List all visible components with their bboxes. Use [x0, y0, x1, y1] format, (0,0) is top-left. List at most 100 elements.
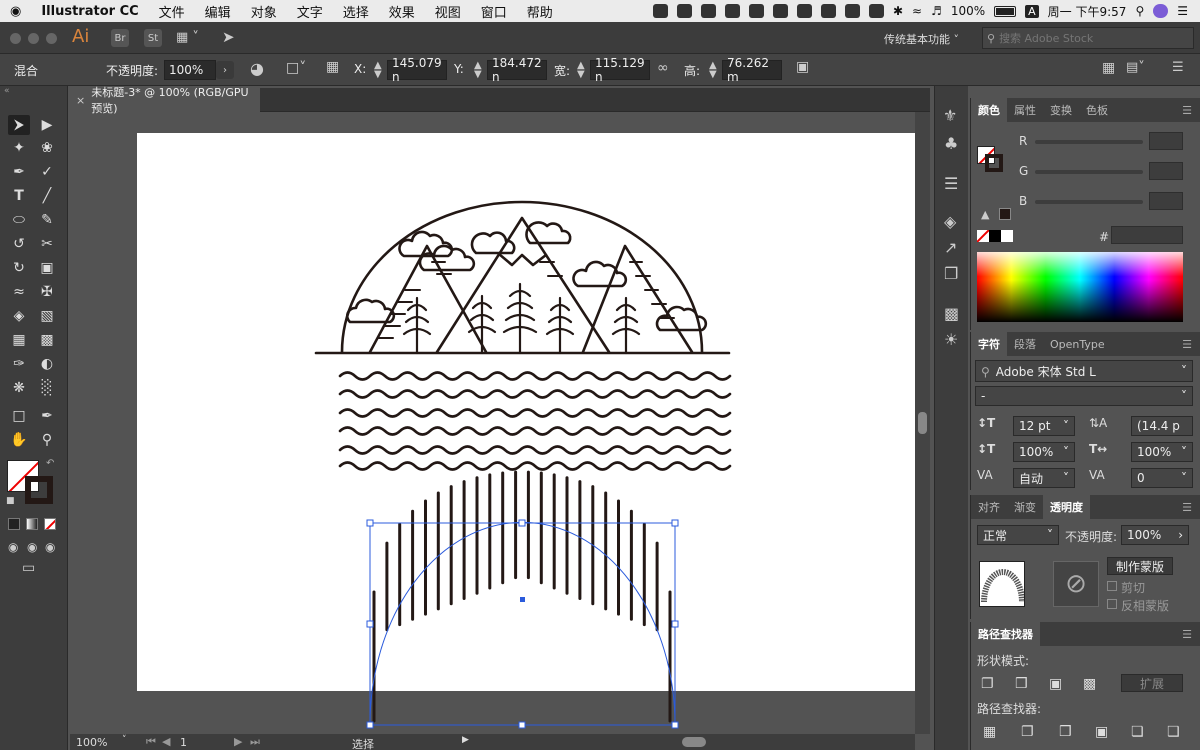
- horizontal-scale-icon: T↔: [1089, 442, 1108, 456]
- stroke-panel-icon[interactable]: ☰: [944, 174, 958, 193]
- artboard-number-field[interactable]: 1: [180, 736, 187, 749]
- gamut-swatch[interactable]: [999, 208, 1011, 220]
- panel-icon-strip: ⚜ ♣ ☰ ◈ ↗ ❐ ▩ ☀: [934, 86, 968, 750]
- tab-paragraph[interactable]: 段落: [1007, 332, 1043, 356]
- transparency-opacity-field[interactable]: 100% ›: [1121, 525, 1189, 545]
- color-spectrum[interactable]: [977, 252, 1183, 322]
- symbols-icon[interactable]: ♣: [944, 134, 958, 153]
- r-label: R: [1019, 134, 1028, 148]
- status-arrow-icon[interactable]: ▶: [462, 735, 469, 745]
- selected-arc-path: [369, 521, 676, 726]
- kerning-field[interactable]: 自动 ˅: [1013, 468, 1075, 488]
- minus-back-icon[interactable]: ❑: [1167, 724, 1180, 740]
- shape-modes-label: 形状模式:: [977, 654, 1030, 668]
- layers-icon[interactable]: ◈: [944, 212, 956, 231]
- wave-line: [338, 389, 732, 399]
- zoom-dropdown-icon[interactable]: ˅: [122, 735, 127, 745]
- make-mask-button[interactable]: 制作蒙版: [1107, 557, 1173, 575]
- outline-icon[interactable]: ❏: [1131, 724, 1144, 740]
- tab-gradient[interactable]: 渐变: [1007, 495, 1043, 519]
- font-family-select[interactable]: ⚲ Adobe 宋体 Std L ˅: [975, 360, 1193, 382]
- zoom-field[interactable]: 100%: [76, 736, 107, 749]
- r-slider[interactable]: [1035, 140, 1143, 144]
- intersect-icon[interactable]: ▣: [1049, 676, 1062, 692]
- tab-pathfinder[interactable]: 路径查找器: [971, 622, 1040, 646]
- color-stroke-swatch[interactable]: [985, 154, 1003, 172]
- panel-menu-icon[interactable]: ☰: [1182, 104, 1192, 117]
- snow-cap: [497, 252, 548, 267]
- panel-menu-icon[interactable]: ☰: [1182, 628, 1192, 641]
- horizontal-scrollbar[interactable]: [482, 737, 902, 747]
- export-icon[interactable]: ↗: [944, 238, 957, 257]
- cloud: [470, 231, 516, 255]
- selection-center-point: [520, 597, 525, 602]
- tab-color[interactable]: 颜色: [971, 98, 1007, 122]
- pathfinders-label: 路径查找器:: [977, 702, 1042, 716]
- first-artboard-icon[interactable]: ⏮: [146, 735, 156, 749]
- artboards-panel-icon[interactable]: ❐: [944, 264, 958, 283]
- merge-icon[interactable]: ❒: [1059, 724, 1072, 740]
- leading-field[interactable]: (14.4 p: [1131, 416, 1193, 436]
- hex-field[interactable]: [1111, 226, 1183, 244]
- wave-line: [338, 371, 732, 381]
- panel-menu-icon[interactable]: ☰: [1182, 338, 1192, 351]
- out-of-gamut-icon[interactable]: ▲: [981, 208, 989, 221]
- asset-export-icon[interactable]: ▩: [944, 304, 959, 323]
- panel-menu-icon[interactable]: ☰: [1182, 501, 1192, 514]
- appearance-icon[interactable]: ☀: [944, 330, 958, 349]
- tab-align[interactable]: 对齐: [971, 495, 1007, 519]
- clip-checkbox[interactable]: [1107, 581, 1117, 591]
- horizontal-scale-field[interactable]: 100% ˅: [1131, 442, 1193, 462]
- unite-icon[interactable]: ❐: [981, 676, 994, 692]
- white-swatch[interactable]: [1001, 230, 1013, 242]
- selection-box: [369, 521, 676, 726]
- trim-icon[interactable]: ❐: [1021, 724, 1034, 740]
- waves: [338, 371, 732, 471]
- b-slider[interactable]: [1035, 200, 1143, 204]
- wave-line: [338, 461, 732, 471]
- font-style-select[interactable]: - ˅: [975, 386, 1193, 406]
- clip-label: 剪切: [1121, 581, 1146, 595]
- tab-transparency[interactable]: 透明度: [1043, 495, 1090, 519]
- vertical-scale-field[interactable]: 100% ˅: [1013, 442, 1075, 462]
- mask-thumbnail[interactable]: ⊘: [1053, 561, 1099, 607]
- g-label: G: [1019, 164, 1029, 178]
- pathfinder-panel-tabs: 路径查找器 ☰: [971, 622, 1200, 646]
- scrollbar-thumb[interactable]: [918, 412, 927, 434]
- expand-button[interactable]: 扩展: [1121, 674, 1183, 692]
- font-size-field[interactable]: 12 pt ˅: [1013, 416, 1075, 436]
- character-panel: 字符 段落 OpenType ☰ ⚲ Adobe 宋体 Std L ˅ - ˅ ↕T …: [970, 332, 1200, 490]
- vertical-scrollbar[interactable]: [915, 112, 930, 734]
- color-panel: 颜色 属性 变换 色板 ☰ R G B ▲ #: [970, 98, 1200, 330]
- exclude-icon[interactable]: ▩: [1083, 676, 1096, 692]
- hscroll-thumb[interactable]: [682, 737, 706, 747]
- last-artboard-icon[interactable]: ⏭: [250, 735, 260, 749]
- tab-swatches[interactable]: 色板: [1079, 98, 1115, 122]
- b-value-field[interactable]: [1149, 192, 1183, 210]
- tab-transform[interactable]: 变换: [1043, 98, 1079, 122]
- tracking-field[interactable]: 0 ˅: [1131, 468, 1193, 488]
- tab-opentype[interactable]: OpenType: [1043, 332, 1112, 356]
- brushes-icon[interactable]: ⚜: [943, 106, 957, 125]
- black-swatch[interactable]: [989, 230, 1001, 242]
- next-artboard-icon[interactable]: ▶: [234, 735, 242, 748]
- crop-icon[interactable]: ▣: [1095, 724, 1108, 740]
- r-value-field[interactable]: [1149, 132, 1183, 150]
- prev-artboard-icon[interactable]: ◀: [162, 735, 170, 748]
- tab-attributes[interactable]: 属性: [1007, 98, 1043, 122]
- none-swatch[interactable]: [977, 230, 989, 242]
- g-value-field[interactable]: [1149, 162, 1183, 180]
- invert-mask-label: 反相蒙版: [1121, 599, 1170, 613]
- vertical-bars: [372, 470, 672, 723]
- divide-icon[interactable]: ▦: [983, 724, 996, 740]
- object-thumbnail[interactable]: [979, 561, 1025, 607]
- tracking-icon: VA: [1089, 468, 1105, 482]
- g-slider[interactable]: [1035, 170, 1143, 174]
- minus-front-icon[interactable]: ❒: [1015, 676, 1028, 692]
- blend-mode-select[interactable]: 正常 ˅: [977, 525, 1059, 545]
- color-panel-tabs: 颜色 属性 变换 色板 ☰: [971, 98, 1200, 122]
- pathfinder-panel: 路径查找器 ☰ 形状模式: ❐ ❒ ▣ ▩ 扩展 路径查找器: ▦ ❐ ❒ ▣ …: [970, 622, 1200, 750]
- status-text[interactable]: 选择: [352, 736, 374, 750]
- tab-character[interactable]: 字符: [971, 332, 1007, 356]
- invert-mask-checkbox[interactable]: [1107, 599, 1117, 609]
